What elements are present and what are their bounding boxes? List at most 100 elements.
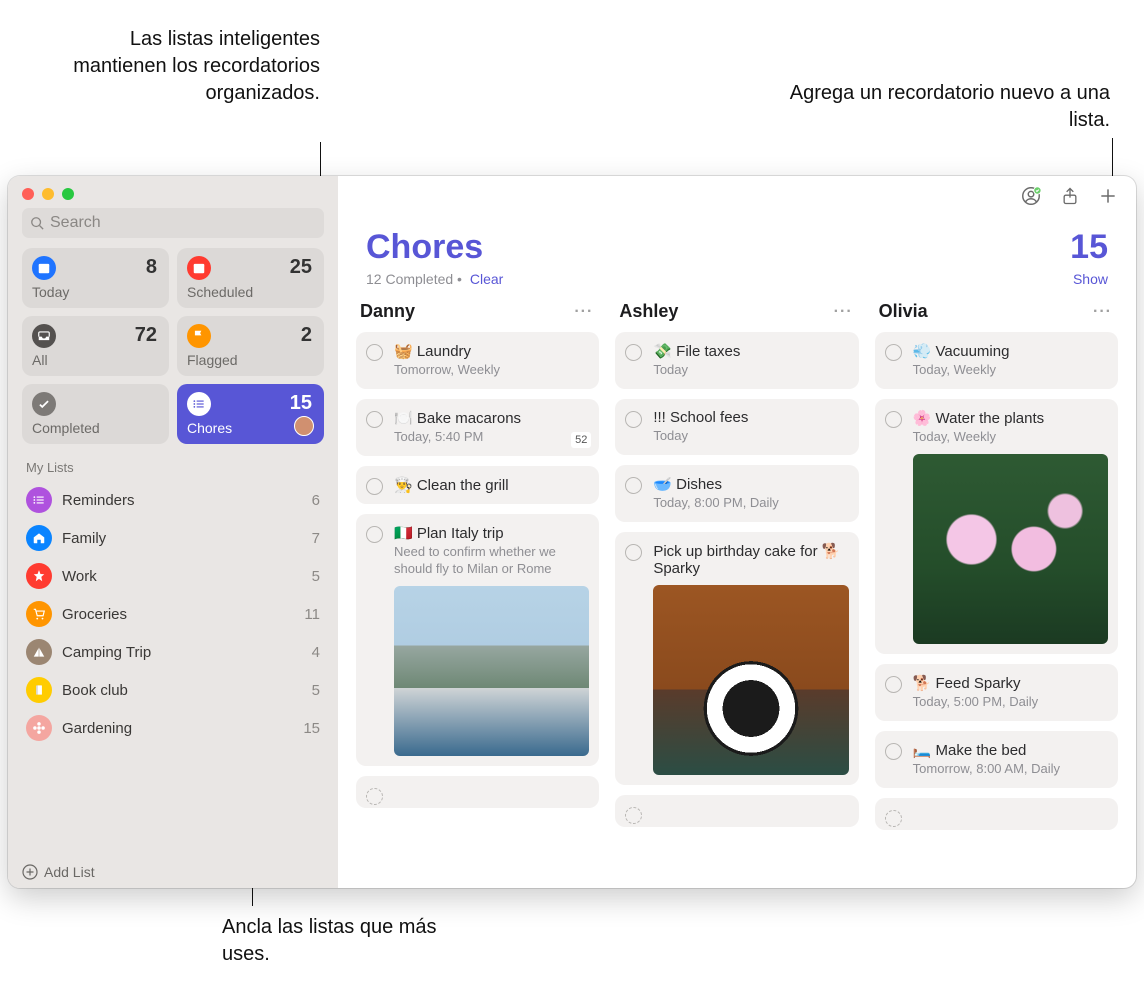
reminder-card[interactable]: 🐕 Feed Sparky Today, 5:00 PM, Daily [875, 664, 1118, 721]
my-lists: Reminders 6 Family 7 Work 5 Groceries 11… [8, 481, 338, 747]
add-reminder-button[interactable] [1098, 186, 1118, 211]
column-title: Olivia [879, 301, 1093, 322]
list-name: Family [62, 530, 302, 547]
plus-circle-icon [22, 864, 38, 880]
reminder-subtitle: Tomorrow, Weekly [394, 362, 589, 379]
new-reminder-placeholder[interactable] [875, 798, 1118, 830]
column-title: Danny [360, 301, 574, 322]
reminder-image [394, 586, 589, 756]
plus-icon [1098, 186, 1118, 206]
annotation-smart-lists: Las listas inteligentes mantienen los re… [60, 26, 320, 107]
reminder-card[interactable]: 🛏️ Make the bed Tomorrow, 8:00 AM, Daily [875, 731, 1118, 788]
share-icon [1060, 186, 1080, 206]
list-row[interactable]: Book club 5 [16, 671, 330, 709]
reminder-card[interactable]: 🥣 Dishes Today, 8:00 PM, Daily [615, 465, 858, 522]
reminder-card[interactable]: 🧺 Laundry Tomorrow, Weekly [356, 332, 599, 389]
search-input[interactable]: Search [22, 208, 324, 238]
complete-checkbox [885, 810, 902, 827]
reminder-card[interactable]: 💸 File taxes Today [615, 332, 858, 389]
complete-checkbox[interactable] [885, 411, 902, 428]
complete-checkbox[interactable] [625, 411, 642, 428]
new-reminder-placeholder[interactable] [356, 776, 599, 808]
complete-checkbox [625, 807, 642, 824]
minimize-window-button[interactable] [42, 188, 54, 200]
smart-list-all[interactable]: 72 All [22, 316, 169, 376]
reminder-card[interactable]: 👨‍🍳 Clean the grill [356, 466, 599, 504]
complete-checkbox[interactable] [885, 676, 902, 693]
list-name: Book club [62, 682, 302, 699]
show-completed-button[interactable]: Show [1073, 271, 1108, 287]
list-row[interactable]: Reminders 6 [16, 481, 330, 519]
callout-line [1112, 138, 1113, 178]
new-reminder-placeholder[interactable] [615, 795, 858, 827]
star-icon [26, 563, 52, 589]
reminder-title: 🧺 Laundry [394, 342, 589, 360]
reminder-subtitle: Today [653, 428, 848, 445]
list-count: 15 [1070, 228, 1108, 267]
reminder-subtitle: Tomorrow, 8:00 AM, Daily [913, 761, 1108, 778]
book-icon [26, 677, 52, 703]
reminder-subtitle: Today, 8:00 PM, Daily [653, 495, 848, 512]
column-more-button[interactable]: ··· [574, 303, 593, 321]
collaborate-button[interactable] [1020, 185, 1042, 212]
window-controls [8, 176, 338, 208]
complete-checkbox[interactable] [366, 344, 383, 361]
reminder-title: 🛏️ Make the bed [913, 741, 1108, 759]
reminder-title: 🍽️ Bake macarons [394, 409, 589, 427]
list-count: 5 [312, 682, 320, 699]
list-row[interactable]: Camping Trip 4 [16, 633, 330, 671]
tent-icon [26, 639, 52, 665]
smart-list-scheduled[interactable]: 25 Scheduled [177, 248, 324, 308]
reminder-subtitle: Today, 5:00 PM, Daily [913, 694, 1108, 711]
column-more-button[interactable]: ··· [1093, 303, 1112, 321]
smart-list-today[interactable]: 8 Today [22, 248, 169, 308]
smart-list-count: 8 [146, 256, 157, 279]
close-window-button[interactable] [22, 188, 34, 200]
reminder-card[interactable]: 🇮🇹 Plan Italy trip Need to confirm wheth… [356, 514, 599, 766]
reminder-card[interactable]: 💨 Vacuuming Today, Weekly [875, 332, 1118, 389]
reminders-window: Search 8 Today 25 Scheduled 72 All 2 Fla… [8, 176, 1136, 888]
complete-checkbox[interactable] [885, 743, 902, 760]
smart-list-flagged[interactable]: 2 Flagged [177, 316, 324, 376]
complete-checkbox[interactable] [625, 477, 642, 494]
complete-checkbox[interactable] [625, 544, 642, 561]
list-count: 5 [312, 568, 320, 585]
board-column: Ashley··· 💸 File taxes Today !!! School … [615, 297, 858, 888]
clear-completed-button[interactable]: Clear [470, 271, 503, 287]
list-row[interactable]: Gardening 15 [16, 709, 330, 747]
smart-list-chores[interactable]: 15 Chores [177, 384, 324, 444]
complete-checkbox[interactable] [366, 478, 383, 495]
share-button[interactable] [1060, 186, 1080, 211]
smart-list-completed[interactable]: Completed [22, 384, 169, 444]
reminder-card[interactable]: Pick up birthday cake for 🐕 Sparky [615, 532, 858, 785]
reminder-subtitle: Today, Weekly [913, 362, 1108, 379]
smart-list-label: Today [32, 284, 159, 300]
reminder-subtitle: Today [653, 362, 848, 379]
reminder-title: 🥣 Dishes [653, 475, 848, 493]
list-name: Work [62, 568, 302, 585]
list-row[interactable]: Work 5 [16, 557, 330, 595]
list-row[interactable]: Groceries 11 [16, 595, 330, 633]
reminder-title: 🐕 Feed Sparky [913, 674, 1108, 692]
list-row[interactable]: Family 7 [16, 519, 330, 557]
completed-count-label: 12 Completed [366, 271, 453, 287]
column-more-button[interactable]: ··· [834, 303, 853, 321]
smart-list-label: All [32, 352, 159, 368]
zoom-window-button[interactable] [62, 188, 74, 200]
list-name: Camping Trip [62, 644, 302, 661]
avatar [294, 416, 314, 436]
reminder-card[interactable]: 🌸 Water the plants Today, Weekly [875, 399, 1118, 654]
list-count: 4 [312, 644, 320, 661]
reminder-card[interactable]: !!! School fees Today [615, 399, 858, 455]
add-list-button[interactable]: Add List [8, 856, 338, 888]
complete-checkbox[interactable] [885, 344, 902, 361]
reminder-title: 🇮🇹 Plan Italy trip [394, 524, 589, 542]
reminder-card[interactable]: 🍽️ Bake macarons Today, 5:40 PM 52 [356, 399, 599, 456]
complete-checkbox[interactable] [625, 344, 642, 361]
complete-checkbox[interactable] [366, 526, 383, 543]
smart-list-count: 2 [301, 324, 312, 347]
smart-list-label: Scheduled [187, 284, 314, 300]
annotation-add-reminder: Agrega un recordatorio nuevo a una lista… [770, 80, 1110, 134]
smart-list-label: Completed [32, 420, 159, 436]
complete-checkbox[interactable] [366, 411, 383, 428]
